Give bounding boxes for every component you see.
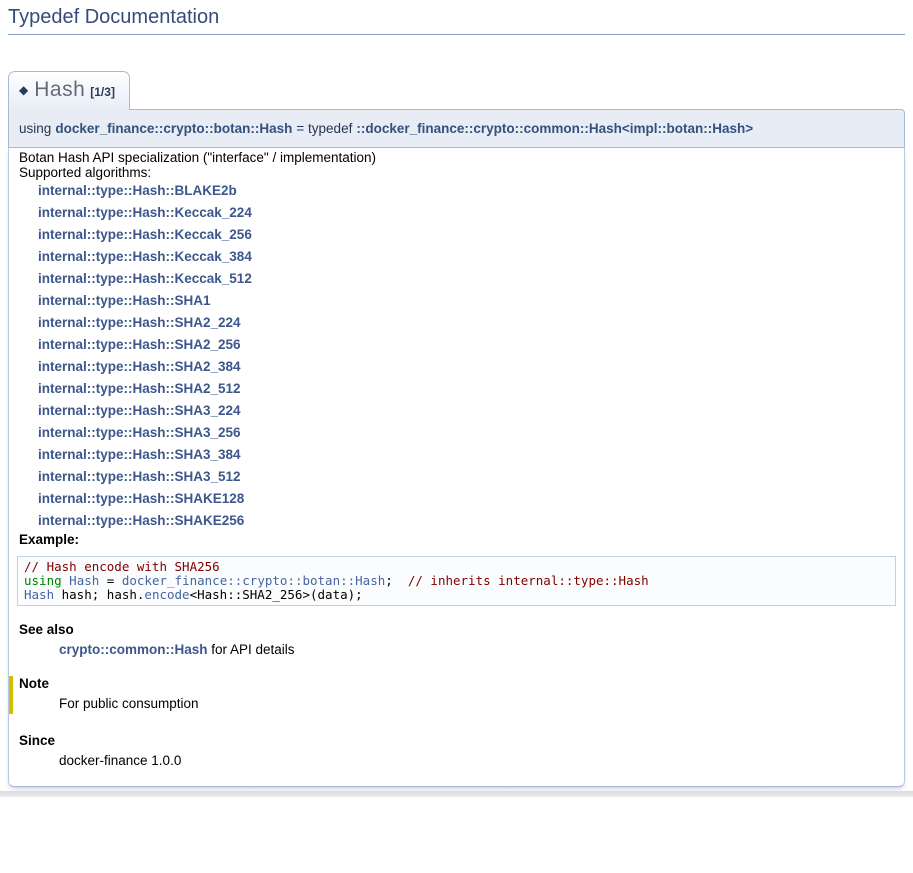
algorithm-link[interactable]: internal::type::Hash::Keccak_256 — [38, 224, 894, 246]
code-token: <Hash::SHA2_256>(data); — [190, 587, 363, 602]
member-title-tab: ◆ Hash [1/3] — [8, 71, 130, 110]
see-also-section: See also crypto::common::Hash for API de… — [19, 622, 894, 657]
since-section: Since docker-finance 1.0.0 — [19, 733, 894, 768]
algorithm-link[interactable]: internal::type::Hash::SHA3_224 — [38, 400, 894, 422]
note-label: Note — [19, 676, 894, 691]
declaration-keyword: using — [19, 121, 51, 136]
algorithm-link[interactable]: internal::type::Hash::Keccak_512 — [38, 268, 894, 290]
algorithm-link[interactable]: internal::type::Hash::SHA2_512 — [38, 378, 894, 400]
see-also-link[interactable]: crypto::common::Hash — [59, 642, 208, 657]
algorithm-link[interactable]: internal::type::Hash::BLAKE2b — [38, 180, 894, 202]
see-also-suffix: for API details — [208, 642, 295, 657]
declaration-name-link[interactable]: docker_finance::crypto::botan::Hash — [55, 121, 292, 136]
algorithm-link[interactable]: internal::type::Hash::SHA2_384 — [38, 356, 894, 378]
see-also-content: crypto::common::Hash for API details — [59, 642, 894, 657]
algorithm-link[interactable]: internal::type::Hash::SHA3_256 — [38, 422, 894, 444]
since-text: docker-finance 1.0.0 — [59, 753, 894, 768]
algorithm-link[interactable]: internal::type::Hash::SHA3_512 — [38, 466, 894, 488]
code-line: Hash hash; hash.encode<Hash::SHA2_256>(d… — [24, 588, 889, 602]
member-description: Botan Hash API specialization ("interfac… — [19, 150, 894, 165]
algorithm-link[interactable]: internal::type::Hash::SHA2_256 — [38, 334, 894, 356]
page-footer-strip — [0, 791, 913, 797]
declaration-type-link[interactable]: ::docker_finance::crypto::common::Hash<i… — [356, 121, 753, 136]
member-item: ◆Hash[1/3] usingdocker_finance::crypto::… — [8, 71, 905, 787]
code-token: hash; hash. — [54, 587, 144, 602]
see-also-label: See also — [19, 622, 894, 637]
member-documentation: Botan Hash API specialization ("interfac… — [8, 148, 905, 787]
code-token: // inherits internal::type::Hash — [408, 573, 649, 588]
algorithm-link[interactable]: internal::type::Hash::SHAKE128 — [38, 488, 894, 510]
algorithm-link[interactable]: internal::type::Hash::Keccak_384 — [38, 246, 894, 268]
code-fragment: // Hash encode with SHA256using Hash = d… — [17, 556, 896, 606]
algorithm-link[interactable]: internal::type::Hash::SHA1 — [38, 290, 894, 312]
note-section: Note For public consumption — [9, 676, 894, 714]
code-line: // Hash encode with SHA256 — [24, 560, 889, 574]
member-overload-count: [1/3] — [90, 85, 115, 99]
code-token: // Hash encode with SHA256 — [24, 559, 220, 574]
since-label: Since — [19, 733, 894, 748]
declaration-equals: = typedef — [296, 121, 352, 136]
code-link[interactable]: docker_finance::crypto::botan::Hash — [122, 573, 385, 588]
algorithm-link[interactable]: internal::type::Hash::SHA3_384 — [38, 444, 894, 466]
page-title: Typedef Documentation — [8, 6, 905, 35]
code-token: ; — [385, 573, 408, 588]
member-declaration: using docker_finance::crypto::botan::Hash… — [8, 109, 905, 148]
code-link[interactable]: Hash — [69, 573, 99, 588]
permalink-diamond-icon[interactable]: ◆ — [19, 83, 28, 97]
code-token: using — [24, 573, 62, 588]
code-link[interactable]: encode — [144, 587, 189, 602]
algorithm-link-list: internal::type::Hash::BLAKE2binternal::t… — [38, 180, 894, 532]
supported-algorithms-label: Supported algorithms: — [19, 165, 894, 180]
note-text: For public consumption — [59, 696, 894, 711]
code-line: using Hash = docker_finance::crypto::bot… — [24, 574, 889, 588]
code-token: = — [99, 573, 122, 588]
code-link[interactable]: Hash — [24, 587, 54, 602]
algorithm-link[interactable]: internal::type::Hash::Keccak_224 — [38, 202, 894, 224]
example-label: Example: — [19, 532, 894, 547]
member-name: Hash — [34, 78, 85, 101]
algorithm-link[interactable]: internal::type::Hash::SHA2_224 — [38, 312, 894, 334]
algorithm-link[interactable]: internal::type::Hash::SHAKE256 — [38, 510, 894, 532]
